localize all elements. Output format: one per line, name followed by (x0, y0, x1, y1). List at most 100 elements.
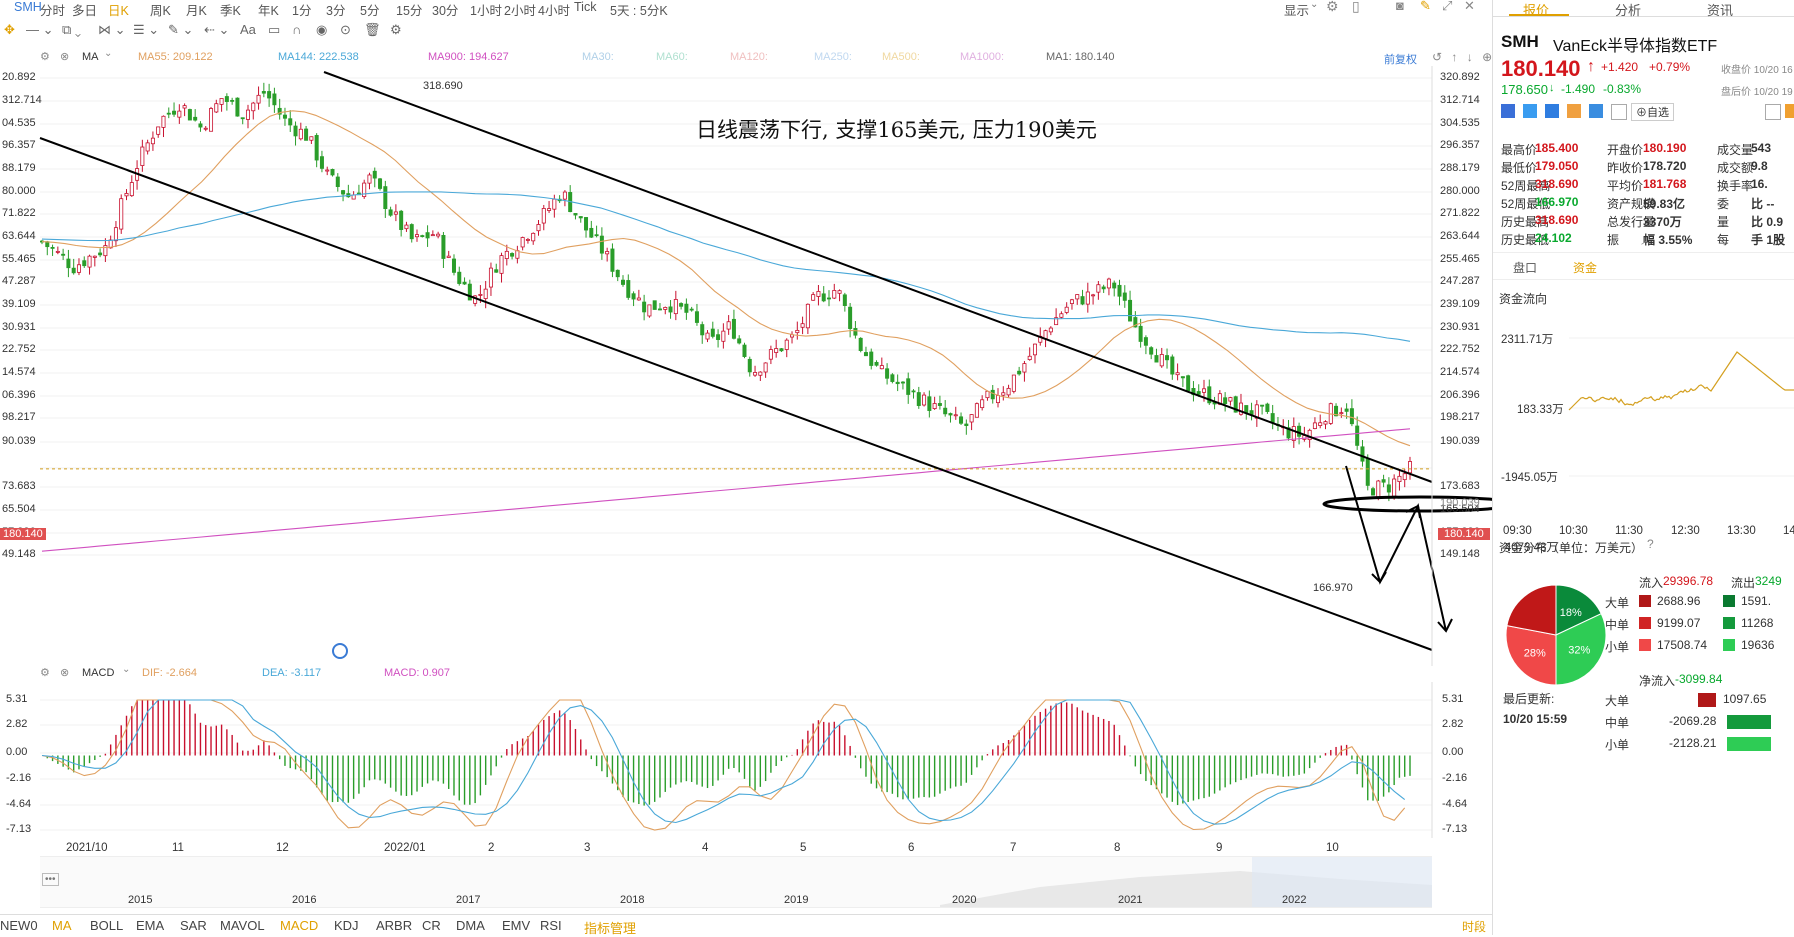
macd-dropdown-icon[interactable]: ⌄ (122, 664, 130, 675)
indicator-10[interactable]: DMA (456, 918, 485, 933)
candle-body (573, 213, 578, 216)
target-icon[interactable] (332, 643, 348, 659)
magnet-icon[interactable]: ∩ (292, 22, 301, 37)
comment-tool-icon[interactable]: ▭ (268, 22, 280, 38)
expand-icon[interactable]: ⤢ (1442, 0, 1452, 14)
lightning-icon[interactable] (1523, 104, 1537, 118)
trash-icon[interactable]: 🗑 (364, 22, 381, 38)
price-tick-right: 271.822 (1440, 207, 1480, 219)
indicator-9[interactable]: CR (422, 918, 441, 933)
period-12[interactable]: 1小时 (470, 0, 502, 19)
tab-quote[interactable]: 报价 (1523, 0, 1549, 19)
tab-news[interactable]: 资讯 (1707, 0, 1733, 19)
period-5[interactable]: 季K (220, 0, 241, 19)
tab-analysis[interactable]: 分析 (1615, 0, 1641, 19)
period-10[interactable]: 15分 (396, 0, 422, 19)
candle-body (1165, 355, 1170, 361)
indicator-13[interactable]: 指标管理 (584, 918, 636, 937)
period-13[interactable]: 2小时 (504, 0, 536, 19)
indicator-2[interactable]: BOLL (90, 918, 123, 933)
net-bar (1727, 715, 1771, 729)
in-label: 流入 (1639, 576, 1664, 590)
period-16[interactable]: 5天 : 5分K (610, 0, 668, 19)
period-7[interactable]: 1分 (292, 0, 311, 19)
indicator-1[interactable]: MA (52, 918, 72, 933)
gear-icon[interactable]: ⚙ (40, 666, 50, 679)
candle-body (66, 258, 71, 269)
indicator-4[interactable]: SAR (180, 918, 207, 933)
lock-icon[interactable]: ⊙ (340, 22, 351, 38)
alert-icon[interactable] (1765, 104, 1781, 120)
period-15[interactable]: Tick (574, 0, 596, 14)
net-value: -2128.21 (1669, 736, 1717, 750)
period-3[interactable]: 周K (150, 0, 171, 19)
fav-button[interactable]: ⊕自选 (1631, 103, 1674, 121)
period-1[interactable]: 多日 (72, 0, 97, 19)
brush-tool-icon[interactable]: ✎ ⌄ (168, 22, 193, 38)
indicator-12[interactable]: RSI (540, 918, 562, 933)
indicator-5[interactable]: MAVOL (220, 918, 265, 933)
trade-icon[interactable] (1785, 104, 1794, 118)
gear-icon[interactable]: ⚙ (1326, 0, 1339, 15)
period-8[interactable]: 3分 (326, 0, 345, 19)
ma-dropdown-icon[interactable]: ⌄ (104, 48, 112, 59)
gear-icon[interactable]: ⚙ (40, 50, 50, 63)
session-button[interactable]: 时段 (1462, 918, 1486, 935)
rss-icon[interactable] (1567, 104, 1581, 118)
indicator-11[interactable]: EMV (502, 918, 530, 933)
tab-orderbook[interactable]: 盘口 (1513, 259, 1537, 276)
period-2[interactable]: 日K (108, 0, 129, 19)
tab-fund[interactable]: 资金 (1573, 259, 1597, 276)
display-menu[interactable]: 显示 (1284, 0, 1309, 19)
candle-body (1323, 421, 1328, 425)
candle-body (1027, 355, 1032, 361)
indicator-3[interactable]: EMA (136, 918, 164, 933)
navigator-handle[interactable]: ••• (42, 873, 59, 886)
adjust-mode[interactable]: 前复权 (1384, 51, 1417, 67)
close-icon[interactable]: ⊗ (60, 50, 69, 63)
period-9[interactable]: 5分 (360, 0, 379, 19)
candle-body (774, 348, 779, 353)
navigator[interactable]: ••• (40, 856, 1432, 908)
indicator-0[interactable]: NEW0 (0, 918, 38, 933)
indicator-7[interactable]: KDJ (334, 918, 359, 933)
arrow-tool-icon[interactable]: ⇠ ⌄ (204, 22, 229, 38)
period-0[interactable]: 分时 (40, 0, 65, 19)
tag-icon[interactable] (1589, 104, 1603, 118)
camera-icon[interactable]: ◙ (1396, 0, 1404, 13)
rect-tool-icon[interactable]: ⧉ ⌄ (62, 22, 81, 38)
close-icon[interactable]: ✕ (1464, 0, 1475, 14)
candle-body (1392, 478, 1397, 497)
period-6[interactable]: 年K (258, 0, 279, 19)
settings-icon[interactable]: ⚙ (390, 22, 402, 38)
macd-chart[interactable] (0, 682, 1492, 838)
crosshair-icon[interactable]: ✥ (4, 22, 15, 38)
price-chart[interactable] (0, 66, 1492, 666)
symbol-label[interactable]: SMH (14, 0, 42, 14)
pen-icon[interactable]: ✎ (1420, 0, 1431, 14)
close-icon[interactable]: ⊗ (60, 666, 69, 679)
indicator-6[interactable]: MACD (280, 918, 318, 933)
candle-body (594, 234, 599, 237)
eye-icon[interactable]: ◉ (316, 22, 327, 38)
reset-icon[interactable]: ↺ (1432, 50, 1442, 64)
note-icon[interactable] (1611, 104, 1627, 120)
text-tool-icon[interactable]: Aa (240, 22, 256, 37)
flag-icon[interactable] (1501, 104, 1515, 118)
price-tick-left: 90.039 (2, 435, 36, 447)
period-11[interactable]: 30分 (432, 0, 458, 19)
help-icon[interactable]: ? (1647, 537, 1654, 551)
add-icon[interactable]: ⊕ (1482, 50, 1492, 64)
arrow-up-icon[interactable]: ↑ (1451, 50, 1457, 64)
channel-tool-icon[interactable]: ☰ ⌄ (133, 22, 159, 38)
indicator-8[interactable]: ARBR (376, 918, 412, 933)
period-14[interactable]: 4小时 (538, 0, 570, 19)
collapse-icon[interactable]: ︿ (1641, 232, 1651, 247)
line-tool-icon[interactable]: — ⌄ (26, 22, 54, 38)
candle-body (1386, 484, 1391, 493)
layout-icon[interactable]: ▯ (1352, 0, 1360, 15)
arrow-down-icon[interactable]: ↓ (1467, 50, 1473, 64)
fib-tool-icon[interactable]: ⋈ ⌄ (98, 22, 126, 38)
chart-icon[interactable] (1545, 104, 1559, 118)
period-4[interactable]: 月K (186, 0, 207, 19)
